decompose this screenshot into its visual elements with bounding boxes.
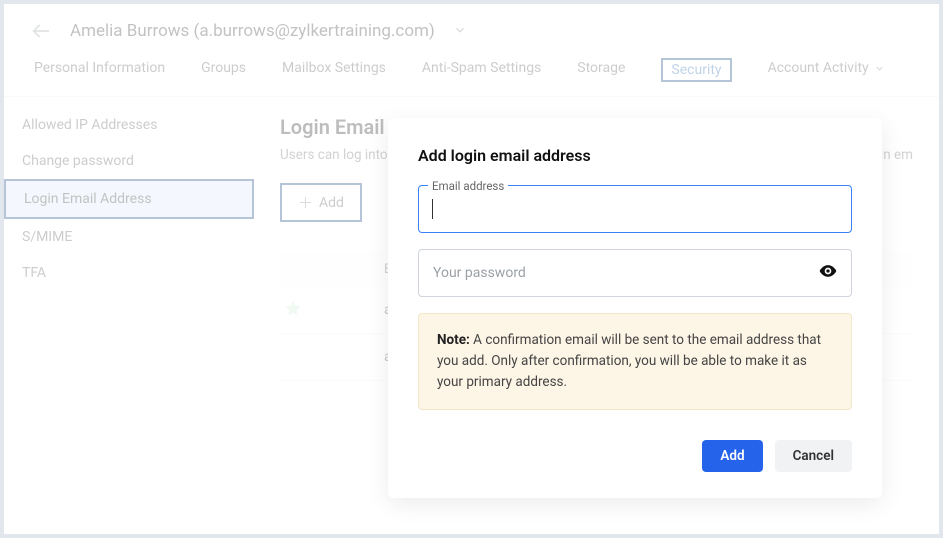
tab-anti-spam-settings[interactable]: Anti-Spam Settings [422,58,541,82]
modal-add-button[interactable]: Add [702,440,762,472]
add-login-email-modal: Add login email address Email address No… [388,118,882,498]
sidebar-item-login-email-address[interactable]: Login Email Address [4,179,254,219]
sidebar-item-change-password[interactable]: Change password [4,143,254,179]
plus-icon: ＋ [298,192,313,213]
password-field-wrapper [418,249,852,297]
sidebar-item-smime[interactable]: S/MIME [4,219,254,255]
email-float-label: Email address [428,179,508,193]
tab-account-activity-label: Account Activity [768,60,869,76]
text-cursor [432,199,433,219]
page-description: Users can log into [280,147,388,163]
password-input[interactable] [418,249,852,297]
tab-security[interactable]: Security [661,58,731,82]
sidebar-item-tfa[interactable]: TFA [4,255,254,291]
chevron-down-icon[interactable] [453,22,467,41]
user-name: Amelia Burrows (a.burrows@zylkertraining… [70,21,435,41]
tab-mailbox-settings[interactable]: Mailbox Settings [282,58,386,82]
sidebar: Allowed IP Addresses Change password Log… [4,97,254,527]
modal-cancel-button[interactable]: Cancel [775,440,852,472]
star-icon[interactable] [280,299,384,321]
add-button-label: Add [319,195,344,211]
note-label: Note: [437,332,470,348]
note-text: A confirmation email will be sent to the… [437,332,821,390]
tab-groups[interactable]: Groups [201,58,246,82]
back-arrow-icon[interactable] [30,20,52,42]
sidebar-item-allowed-ip[interactable]: Allowed IP Addresses [4,107,254,143]
note-box: Note: A confirmation email will be sent … [418,313,852,410]
tabs: Personal Information Groups Mailbox Sett… [4,58,939,97]
modal-title: Add login email address [418,146,852,165]
tab-account-activity[interactable]: Account Activity [768,58,886,82]
add-button[interactable]: ＋ Add [280,183,362,222]
tab-personal-information[interactable]: Personal Information [34,58,165,82]
eye-icon[interactable] [818,261,838,285]
tab-storage[interactable]: Storage [577,58,625,82]
email-field-wrapper: Email address [418,185,852,233]
